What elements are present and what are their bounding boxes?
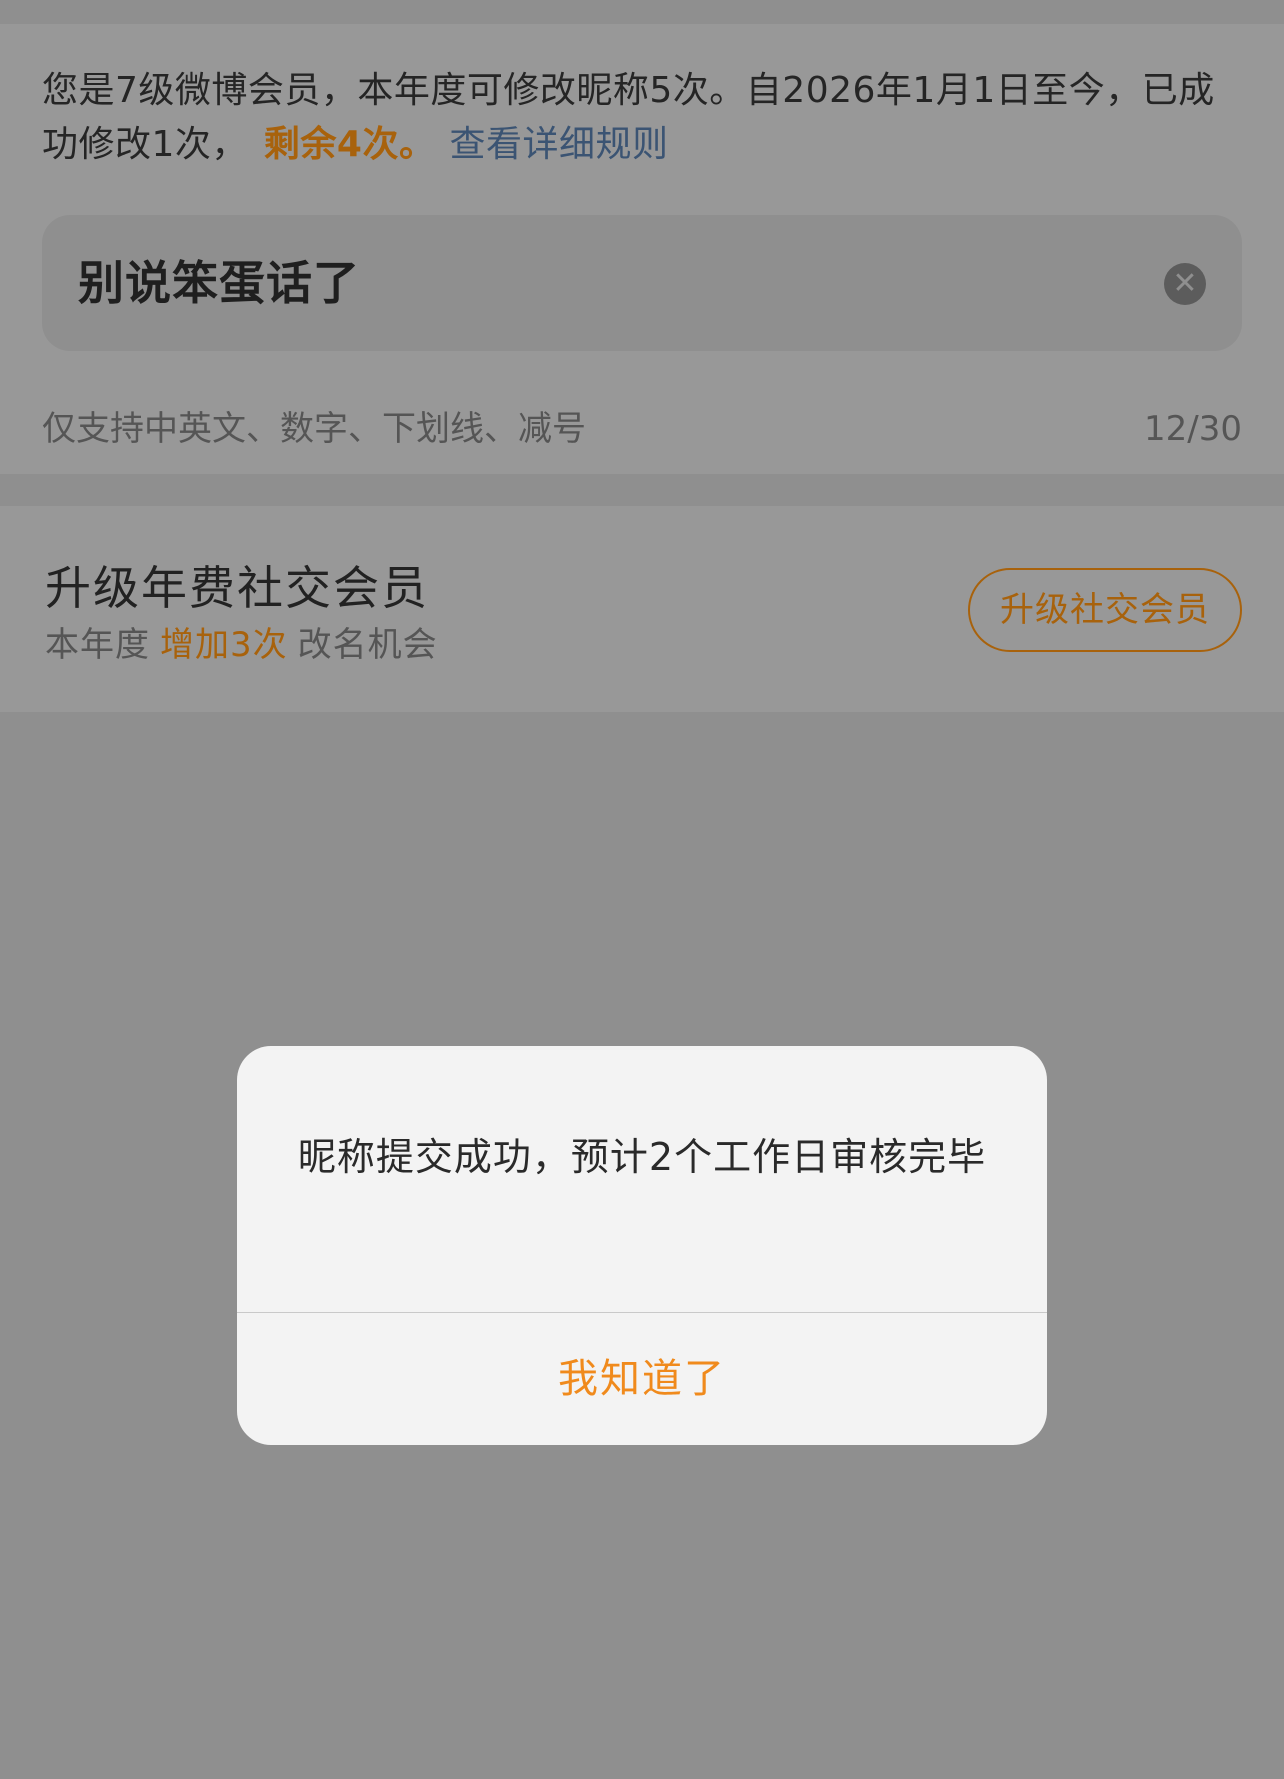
nickname-input-value[interactable]: 别说笨蛋话了 [78,215,360,351]
close-circle-icon[interactable]: ✕ [1164,263,1206,305]
upgrade-sub-highlight: 增加3次 [160,625,288,665]
top-strip [0,0,1284,24]
nickname-input[interactable]: 别说笨蛋话了 ✕ [42,215,1242,351]
upgrade-membership-button[interactable]: 升级社交会员 [968,568,1242,652]
view-rules-link[interactable]: 查看详细规则 [449,124,668,165]
input-rule-hint: 仅支持中英文、数字、下划线、减号 [42,409,586,449]
nickname-settings-section: 您是7级微博会员，本年度可修改昵称5次。自2026年1月1日至今，已成功修改1次… [0,24,1284,474]
input-hint-row: 仅支持中英文、数字、下划线、减号 12/30 [42,404,1242,454]
submission-success-dialog: 昵称提交成功，预计2个工作日审核完毕 我知道了 [237,1046,1047,1445]
dialog-message: 昵称提交成功，预计2个工作日审核完毕 [297,1135,987,1179]
section-divider [0,474,1284,506]
remaining-count: 剩余4次。 [263,124,436,165]
upgrade-sub-prefix: 本年度 [45,625,150,665]
upgrade-sub-suffix: 改名机会 [297,625,438,665]
upgrade-subtitle: 本年度 增加3次 改名机会 [45,620,438,670]
got-it-button[interactable]: 我知道了 [237,1313,1047,1445]
upgrade-title: 升级年费社交会员 [45,561,429,615]
quota-info-text: 您是7级微博会员，本年度可修改昵称5次。自2026年1月1日至今，已成功修改1次… [42,64,1242,172]
upgrade-membership-section: 升级年费社交会员 本年度 增加3次 改名机会 升级社交会员 [0,506,1284,712]
character-counter: 12/30 [1144,409,1242,449]
